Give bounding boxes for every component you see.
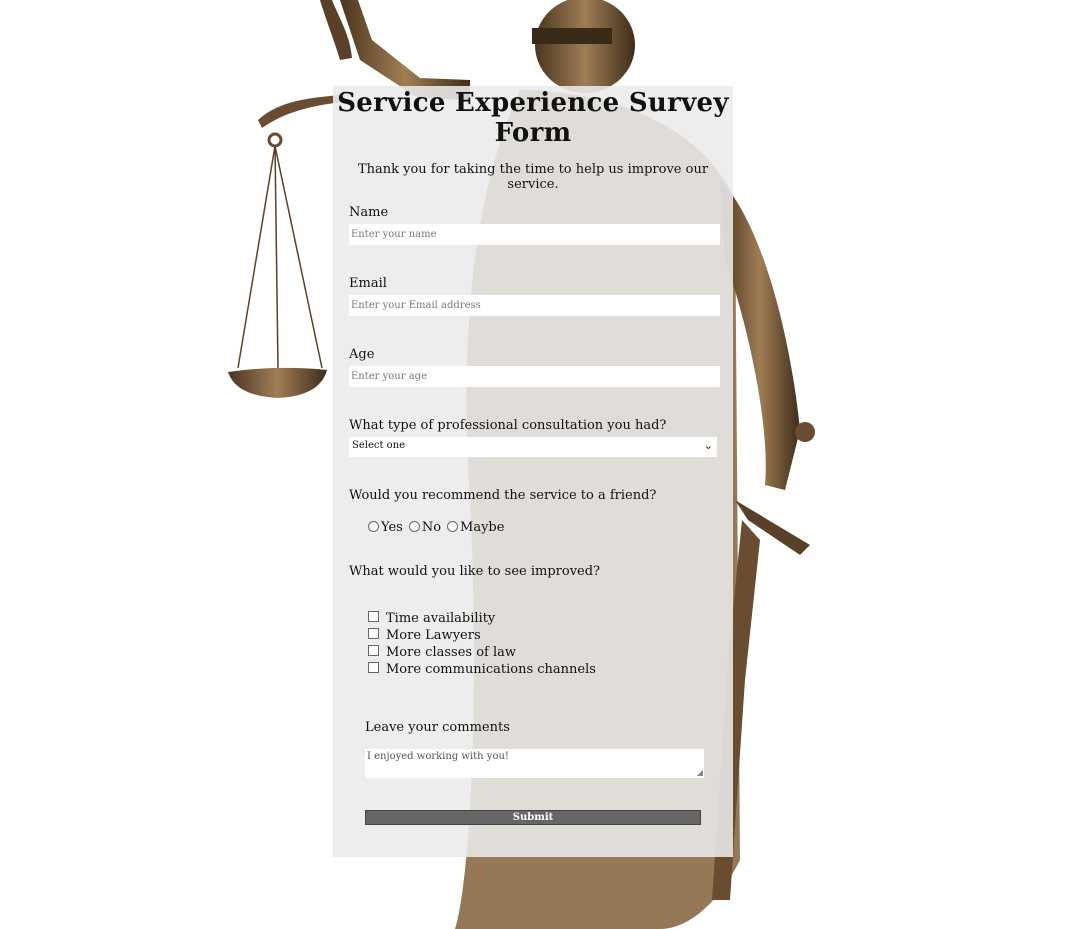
consultation-label: What type of professional consultation y… [349,418,667,433]
improve-option-label: More classes of law [386,645,517,660]
form-title-line-1: Service Experience Survey [337,88,729,118]
submit-button[interactable]: Submit [365,810,701,825]
age-input[interactable] [349,366,720,387]
consultation-select[interactable]: Select one ⌄ [349,437,717,457]
recommend-radio-yes[interactable] [368,521,379,532]
resize-grip-icon[interactable]: ◢ [697,768,703,777]
email-input[interactable] [349,295,720,316]
improve-checkbox-channels[interactable] [368,662,379,673]
improve-checkbox-time[interactable] [368,611,379,622]
improve-option: More communications channels [368,661,596,678]
recommend-radio-maybe[interactable] [447,521,459,532]
chevron-down-icon: ⌄ [703,439,713,452]
recommend-radio-group: Yes No Maybe [368,520,510,535]
form-title: Service Experience Survey Form [333,88,733,148]
improve-option: Time availability [368,610,596,627]
improve-checkbox-classes[interactable] [368,645,379,656]
improve-label: What would you like to see improved? [349,564,601,579]
consultation-selected-value: Select one [352,440,406,451]
name-label: Name [349,205,389,220]
recommend-radio-no[interactable] [408,521,420,532]
comments-label: Leave your comments [365,720,510,735]
improve-checkbox-lawyers[interactable] [368,628,379,639]
recommend-option-label: Yes [381,520,403,535]
age-label: Age [349,347,375,362]
recommend-option-label: Maybe [460,520,505,535]
comments-placeholder: I enjoyed working with you! [367,751,509,762]
improve-option-label: More Lawyers [386,628,481,643]
email-label: Email [349,276,387,291]
comments-textarea[interactable]: I enjoyed working with you! ◢ [365,749,704,778]
form-description: Thank you for taking the time to help us… [357,162,709,192]
improve-checkbox-group: Time availability More Lawyers More clas… [368,610,596,678]
improve-option: More Lawyers [368,627,596,644]
improve-option: More classes of law [368,644,596,661]
recommend-option-label: No [421,520,442,535]
form-title-line-2: Form [494,118,572,148]
improve-option-label: More communications channels [386,662,596,677]
improve-option-label: Time availability [386,611,496,626]
survey-form-panel: Service Experience Survey Form Thank you… [333,86,733,857]
name-input[interactable] [349,224,720,245]
recommend-label: Would you recommend the service to a fri… [349,488,657,503]
